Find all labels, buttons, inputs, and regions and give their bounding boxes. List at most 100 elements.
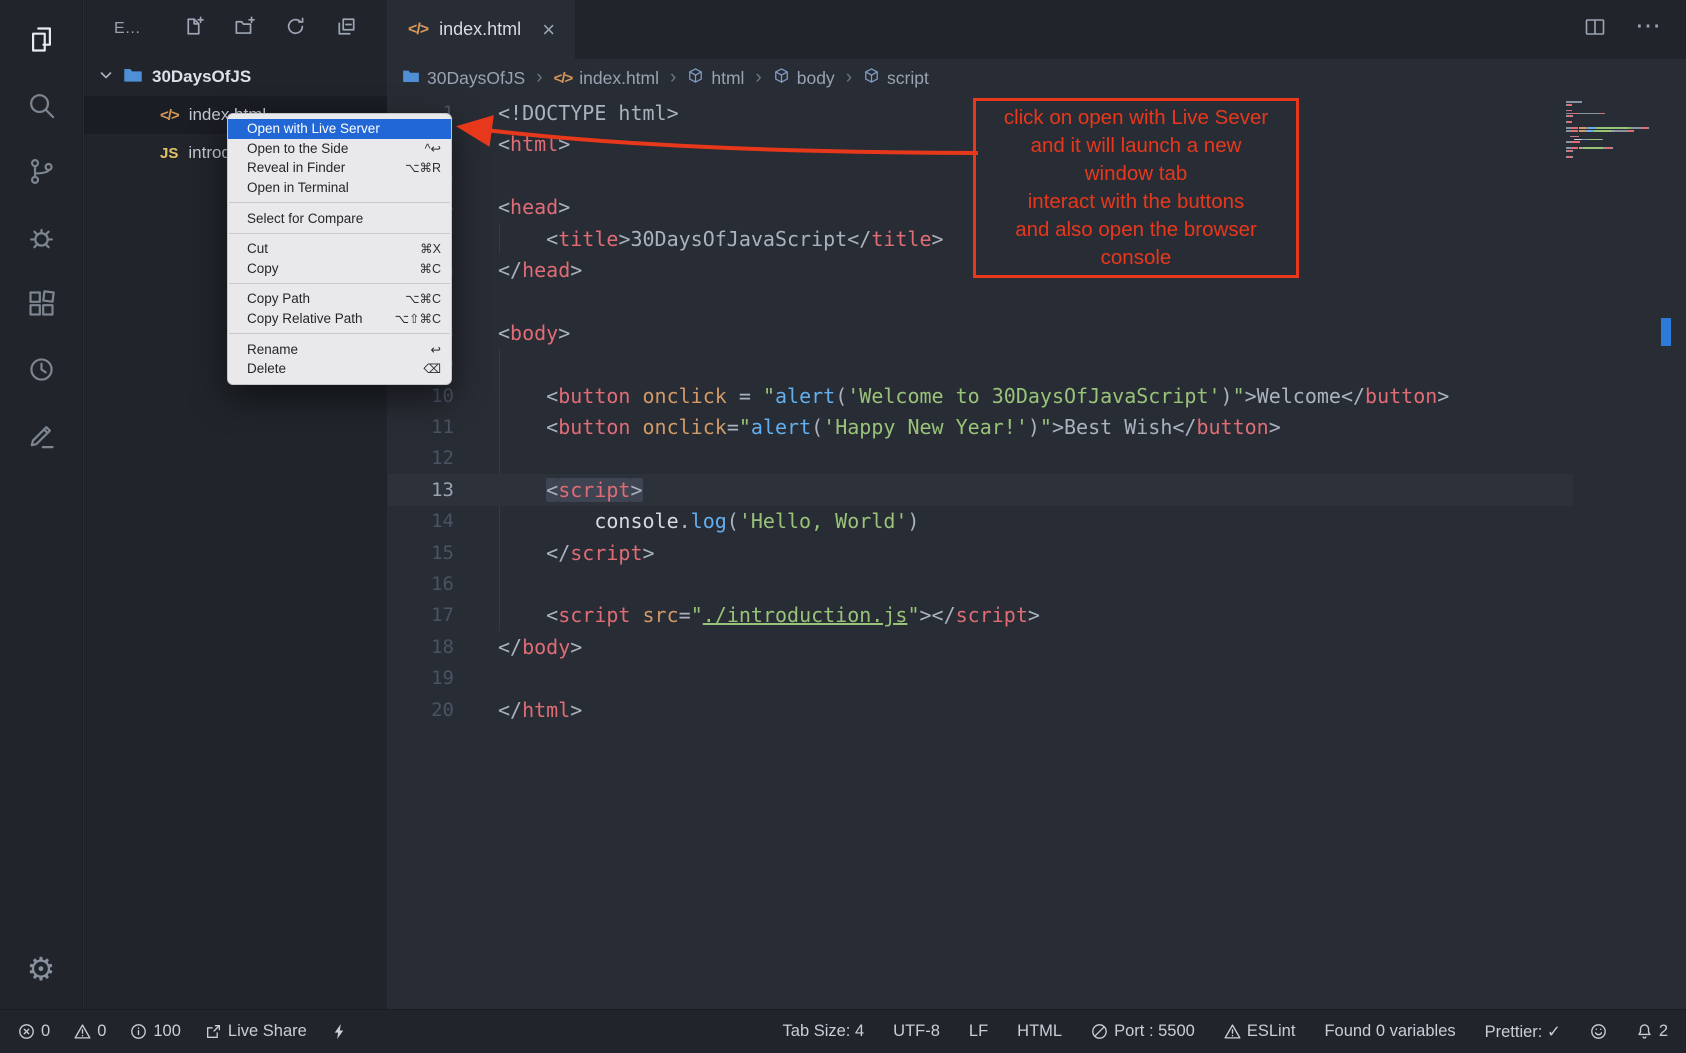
status-label: Live Share	[228, 1022, 307, 1041]
status-found-0-variables[interactable]: Found 0 variables	[1324, 1022, 1455, 1041]
status-label: HTML	[1017, 1022, 1062, 1041]
breadcrumb-script[interactable]: script	[863, 67, 929, 89]
status-label: ESLint	[1247, 1022, 1296, 1041]
menu-item-select-for-compare[interactable]: Select for Compare	[228, 208, 451, 228]
code-line-11[interactable]: 11 <button onclick="alert('Happy New Yea…	[388, 411, 1573, 443]
extensions-icon[interactable]	[24, 286, 58, 320]
code-line-14[interactable]: 14 console.log('Hello, World')	[388, 505, 1573, 537]
breadcrumb-30daysofjs[interactable]: 30DaysOfJS	[402, 67, 525, 90]
menu-item-label: Open in Terminal	[247, 180, 349, 195]
code-line-12[interactable]: 12	[388, 442, 1573, 474]
menu-item-open-with-live-server[interactable]: Open with Live Server	[228, 119, 451, 139]
minimap[interactable]	[1566, 101, 1658, 159]
status-bolt[interactable]	[331, 1023, 348, 1040]
code-text: </html>	[498, 694, 582, 726]
breadcrumb-label: script	[887, 68, 929, 89]
menu-item-label: Select for Compare	[247, 211, 363, 226]
status-tab-size-4[interactable]: Tab Size: 4	[783, 1022, 865, 1041]
menu-item-shortcut: ⌥⇧⌘C	[395, 311, 441, 326]
status-100[interactable]: 100	[130, 1022, 181, 1041]
menu-item-shortcut: ⌥⌘C	[405, 291, 441, 306]
status-bar-left: 0 0 100 Live Share	[18, 1022, 372, 1041]
menu-item-label: Reveal in Finder	[247, 160, 345, 175]
menu-item-label: Cut	[247, 241, 268, 256]
menu-item-label: Open to the Side	[247, 141, 348, 156]
settings-gear-icon[interactable]: ⚙	[27, 953, 56, 985]
new-file-icon[interactable]	[183, 16, 204, 42]
warning-icon	[1224, 1023, 1241, 1040]
menu-item-label: Rename	[247, 342, 298, 357]
tab-close-icon[interactable]: ×	[542, 19, 555, 41]
editor-actions: ⋯	[1583, 0, 1686, 59]
code-text: <button onclick = "alert('Welcome to 30D…	[498, 380, 1449, 412]
menu-item-shortcut: ⌘C	[419, 261, 441, 276]
refresh-icon[interactable]	[285, 16, 306, 42]
menu-item-rename[interactable]: Rename ↩	[228, 339, 451, 359]
breadcrumb-separator: ›	[536, 67, 542, 89]
folder-section-header[interactable]: 30DaysOfJS	[84, 58, 387, 96]
status-html[interactable]: HTML	[1017, 1022, 1062, 1041]
code-line-16[interactable]: 16	[388, 568, 1573, 600]
menu-item-open-in-terminal[interactable]: Open in Terminal	[228, 178, 451, 198]
status-0[interactable]: 0	[18, 1022, 50, 1041]
folder-icon	[123, 65, 143, 90]
tab-index-html[interactable]: </> index.html ×	[388, 0, 575, 59]
code-line-20[interactable]: 20</html>	[388, 694, 1573, 726]
new-folder-icon[interactable]	[234, 16, 255, 42]
status-port-5500[interactable]: Port : 5500	[1091, 1022, 1195, 1041]
status-utf-8[interactable]: UTF-8	[893, 1022, 940, 1041]
menu-item-shortcut: ↩	[431, 342, 441, 357]
more-actions-icon[interactable]: ⋯	[1635, 25, 1662, 35]
explorer-icon[interactable]	[24, 22, 58, 56]
line-number: 16	[388, 568, 454, 600]
status-smiley[interactable]	[1590, 1023, 1607, 1040]
menu-item-delete[interactable]: Delete⌫	[228, 359, 451, 379]
menu-item-reveal-in-finder[interactable]: Reveal in Finder ⌥⌘R	[228, 158, 451, 178]
code-text: <script>	[498, 474, 643, 506]
context-menu: Open with Live ServerOpen to the Side^↩R…	[227, 113, 452, 385]
status-live-share[interactable]: Live Share	[205, 1022, 307, 1041]
breadcrumb-html[interactable]: html	[687, 67, 744, 89]
status-eslint[interactable]: ESLint	[1224, 1022, 1296, 1041]
code-line-17[interactable]: 17 <script src="./introduction.js"></scr…	[388, 599, 1573, 631]
annotation-line: click on open with Live Sever	[976, 104, 1296, 132]
code-line-19[interactable]: 19	[388, 662, 1573, 694]
code-line-13[interactable]: 13 <script>	[388, 474, 1573, 506]
symbol-cube-icon	[773, 67, 790, 89]
explorer-title: E…	[114, 20, 141, 38]
code-line-7[interactable]: 7	[388, 285, 1573, 317]
status-2[interactable]: 2	[1636, 1022, 1668, 1041]
collapse-all-icon[interactable]	[336, 16, 357, 42]
status-lf[interactable]: LF	[969, 1022, 988, 1041]
menu-item-label: Delete	[247, 361, 286, 376]
status-bar: 0 0 100 Live Share Tab Size: 4 UTF-8 LF HTML Po…	[0, 1009, 1686, 1053]
code-line-15[interactable]: 15 </script>	[388, 537, 1573, 569]
code-line-10[interactable]: 10 <button onclick = "alert('Welcome to …	[388, 380, 1573, 412]
run-debug-icon[interactable]	[24, 220, 58, 254]
breadcrumb-index-html[interactable]: </>index.html	[554, 68, 659, 89]
menu-item-label: Copy Path	[247, 291, 310, 306]
history-icon[interactable]	[24, 352, 58, 386]
menu-item-copy-path[interactable]: Copy Path ⌥⌘C	[228, 289, 451, 309]
menu-item-copy[interactable]: Copy⌘C	[228, 259, 451, 279]
code-line-9[interactable]: 9	[388, 348, 1573, 380]
blocked-icon	[1091, 1023, 1108, 1040]
menu-item-shortcut: ⌥⌘R	[405, 160, 441, 175]
status-prettier[interactable]: Prettier: ✓	[1485, 1022, 1561, 1042]
info-icon	[130, 1023, 147, 1040]
code-line-8[interactable]: 8<body>	[388, 317, 1573, 349]
source-control-icon[interactable]	[24, 154, 58, 188]
search-icon[interactable]	[24, 88, 58, 122]
menu-item-cut[interactable]: Cut⌘X	[228, 239, 451, 259]
menu-item-copy-relative-path[interactable]: Copy Relative Path ⌥⇧⌘C	[228, 309, 451, 329]
split-editor-icon[interactable]	[1583, 15, 1607, 44]
menu-item-open-to-the-side[interactable]: Open to the Side^↩	[228, 139, 451, 159]
menu-item-label: Copy Relative Path	[247, 311, 363, 326]
code-line-18[interactable]: 18</body>	[388, 631, 1573, 663]
breadcrumb-label: index.html	[579, 68, 659, 89]
status-bar-right: Tab Size: 4 UTF-8 LF HTML Port : 5500 ESLint F…	[754, 1022, 1668, 1042]
feedback-pen-icon[interactable]	[24, 418, 58, 452]
html-file-icon: </>	[160, 107, 179, 124]
breadcrumb-body[interactable]: body	[773, 67, 835, 89]
status-0[interactable]: 0	[74, 1022, 106, 1041]
